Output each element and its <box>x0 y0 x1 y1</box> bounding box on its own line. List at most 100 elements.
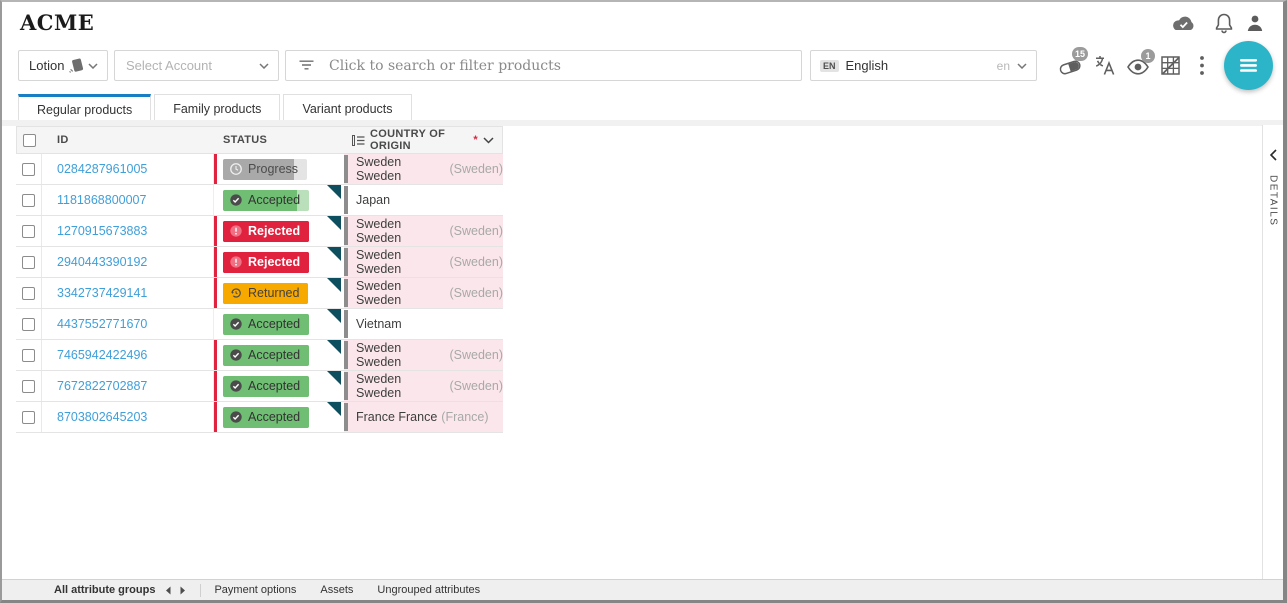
table-header: ID STATUS COUNTRY OF ORIGIN * <box>16 126 503 154</box>
main-menu-fab[interactable] <box>1224 41 1273 90</box>
check-circle-icon <box>229 410 243 424</box>
country-name: Sweden Sweden <box>356 279 446 307</box>
catalog-select-value: Lotion <box>29 58 64 73</box>
pill-icon[interactable]: 15 <box>1058 56 1083 76</box>
eye-icon[interactable]: 1 <box>1126 59 1150 75</box>
country-name: Sweden Sweden <box>356 217 446 245</box>
tab-family-products[interactable]: Family products <box>154 94 280 122</box>
language-select-value: English <box>846 58 889 73</box>
product-id-link[interactable]: 8703802645203 <box>57 410 147 424</box>
tab-regular-products[interactable]: Regular products <box>18 94 151 123</box>
table-row[interactable]: 8703802645203 Accepted France France(Fra… <box>16 402 503 433</box>
status-badge: Returned <box>223 283 308 304</box>
status-label: Accepted <box>248 317 300 331</box>
table-row[interactable]: 7465942422496 Accepted Sweden Sweden(Swe… <box>16 340 503 371</box>
country-locale: (Sweden) <box>450 379 504 393</box>
status-label: Accepted <box>248 193 300 207</box>
status-label: Accepted <box>248 410 300 424</box>
row-checkbox[interactable] <box>22 225 35 238</box>
status-badge: Accepted <box>223 376 309 397</box>
table-row[interactable]: 0284287961005 Progress Sweden Sweden(Swe… <box>16 154 503 185</box>
status-badge: Rejected <box>223 221 309 242</box>
status-badge: Accepted <box>223 190 309 211</box>
row-checkbox[interactable] <box>22 256 35 269</box>
status-label: Accepted <box>248 348 300 362</box>
product-id-link[interactable]: 7465942422496 <box>57 348 147 362</box>
select-all-checkbox[interactable] <box>23 134 36 147</box>
table-row[interactable]: 3342737429141 Returned Sweden Sweden (Swe… <box>16 278 503 309</box>
details-panel-rail[interactable]: DETAILS <box>1262 125 1283 579</box>
country-name: Sweden Sweden <box>356 341 446 369</box>
country-name: Sweden Sweden <box>356 248 446 276</box>
status-label: Progress <box>248 162 298 176</box>
attribute-group-bar: All attribute groups Payment options Ass… <box>2 579 1283 600</box>
column-header-status[interactable]: STATUS <box>214 134 343 146</box>
country-locale: (Sweden) <box>450 255 504 269</box>
status-badge: Accepted <box>223 314 309 335</box>
table-row[interactable]: 1181868800007 Accepted Japan <box>16 185 503 216</box>
language-code: en <box>997 59 1010 73</box>
row-checkbox[interactable] <box>22 349 35 362</box>
product-id-link[interactable]: 4437552771670 <box>57 317 147 331</box>
status-label: Rejected <box>248 224 300 238</box>
row-checkbox[interactable] <box>22 163 35 176</box>
catalog-select[interactable]: Lotion <box>18 50 108 81</box>
app-window: ACME Lotion Select Account Click to se <box>0 0 1287 603</box>
attribute-group-all[interactable]: All attribute groups <box>54 584 155 596</box>
details-panel-label: DETAILS <box>1268 175 1279 226</box>
row-checkbox[interactable] <box>22 287 35 300</box>
country-name: Japan <box>356 193 390 207</box>
row-checkbox[interactable] <box>22 318 35 331</box>
status-label: Accepted <box>248 379 300 393</box>
table-row[interactable]: 4437552771670 Accepted Vietnam <box>16 309 503 340</box>
status-badge: Progress <box>223 159 307 180</box>
cloud-check-icon[interactable] <box>1170 15 1197 33</box>
table-row[interactable]: 1270915673883 Rejected Sweden Sweden(Swe… <box>16 216 503 247</box>
country-locale: (Sweden) <box>450 286 504 300</box>
row-checkbox[interactable] <box>22 380 35 393</box>
translate-icon[interactable] <box>1094 54 1115 76</box>
history-icon <box>229 286 243 300</box>
attribute-group-ungrouped[interactable]: Ungrouped attributes <box>377 584 480 596</box>
product-id-link[interactable]: 2940443390192 <box>57 255 147 269</box>
check-circle-icon <box>229 348 243 362</box>
product-id-link[interactable]: 7672822702887 <box>57 379 147 393</box>
product-id-link[interactable]: 3342737429141 <box>57 286 147 300</box>
product-id-link[interactable]: 1270915673883 <box>57 224 147 238</box>
table-slash-icon[interactable] <box>1160 55 1181 76</box>
bell-icon[interactable] <box>1215 13 1233 34</box>
product-id-link[interactable]: 0284287961005 <box>57 162 147 176</box>
scroll-right-icon[interactable] <box>180 586 186 595</box>
table-row[interactable]: 7672822702887 Accepted Sweden Sweden(Swe… <box>16 371 503 402</box>
person-icon[interactable] <box>1245 13 1265 33</box>
country-name: Sweden Sweden <box>356 155 446 183</box>
alert-circle-icon <box>229 255 243 269</box>
scroll-left-icon[interactable] <box>165 586 171 595</box>
country-name: France France <box>356 410 437 424</box>
column-header-country[interactable]: COUNTRY OF ORIGIN * <box>343 128 502 152</box>
table-row[interactable]: 2940443390192 Rejected Sweden Sweden (Swe… <box>16 247 503 278</box>
check-circle-icon <box>229 379 243 393</box>
column-header-id[interactable]: ID <box>42 134 214 146</box>
check-circle-icon <box>229 317 243 331</box>
tab-label: Regular products <box>37 103 132 117</box>
chevron-down-icon[interactable] <box>483 137 494 144</box>
attribute-group-payment-options[interactable]: Payment options <box>214 584 296 596</box>
account-select[interactable]: Select Account <box>114 50 279 81</box>
row-checkbox[interactable] <box>22 411 35 424</box>
status-label: Returned <box>248 286 299 300</box>
account-select-placeholder: Select Account <box>126 58 212 73</box>
divider <box>200 584 201 597</box>
chevron-left-icon[interactable] <box>1270 149 1277 161</box>
status-badge: Accepted <box>223 407 309 428</box>
product-id-link[interactable]: 1181868800007 <box>57 193 146 207</box>
language-badge: EN <box>820 60 839 72</box>
product-search-input[interactable]: Click to search or filter products <box>285 50 802 81</box>
row-checkbox[interactable] <box>22 194 35 207</box>
status-badge: Rejected <box>223 252 309 273</box>
tab-variant-products[interactable]: Variant products <box>283 94 411 122</box>
kebab-menu-icon[interactable] <box>1199 55 1205 76</box>
status-label: Rejected <box>248 255 300 269</box>
language-select[interactable]: EN English en <box>810 50 1037 81</box>
attribute-group-assets[interactable]: Assets <box>320 584 353 596</box>
